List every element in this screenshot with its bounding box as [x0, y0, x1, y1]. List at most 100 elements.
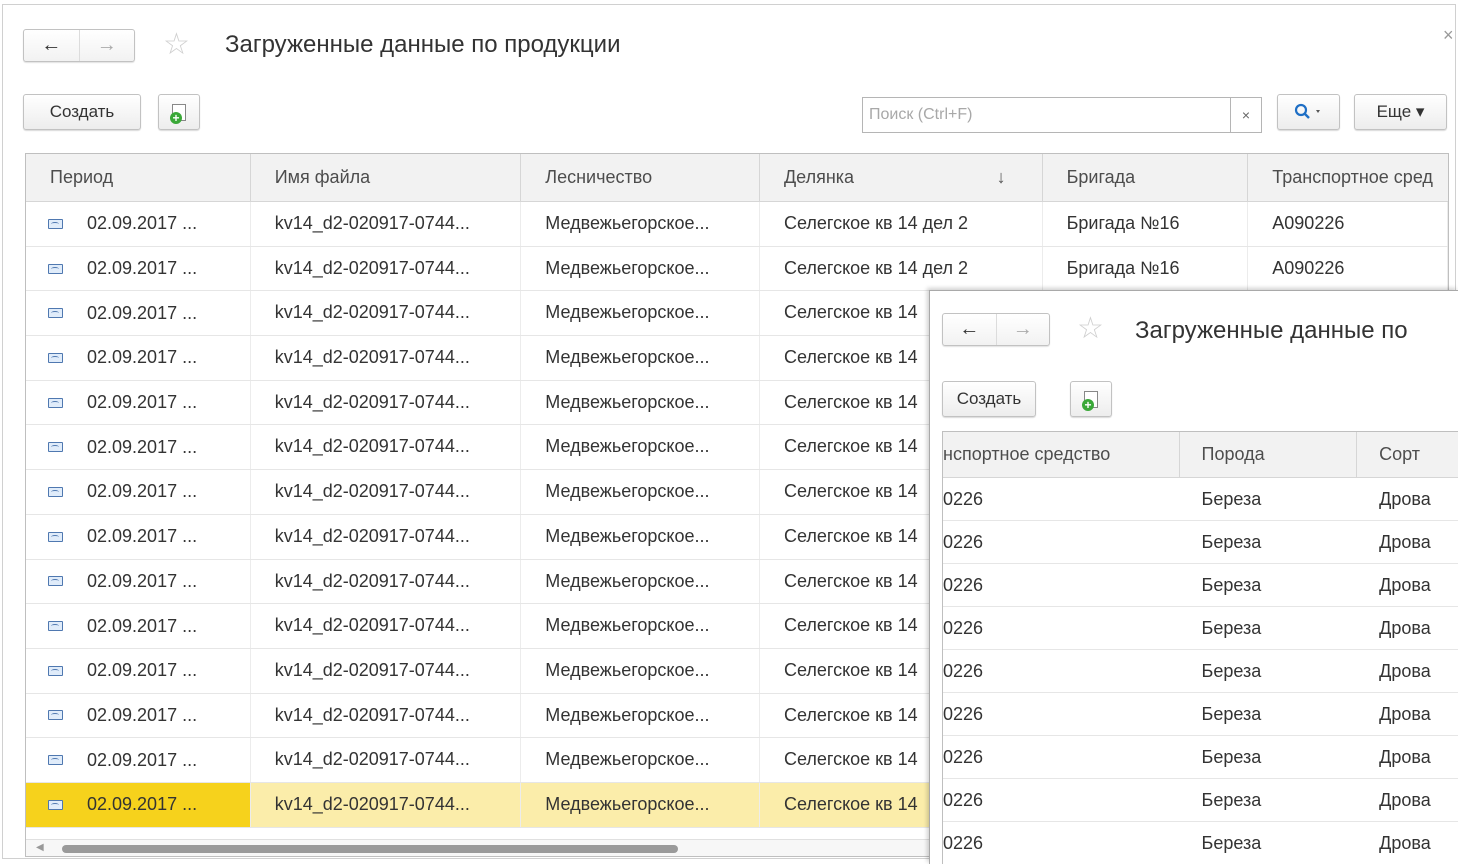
cell-forestry: Медвежьегорское...: [521, 425, 760, 470]
nav-buttons: ← →: [23, 29, 135, 62]
cell-grade: Дрова: [1379, 618, 1431, 638]
column-header-species[interactable]: Порода: [1180, 432, 1358, 477]
cell-period: 02.09.2017 ...: [26, 738, 251, 782]
cell-species: Береза: [1201, 618, 1262, 638]
cell-period-text: 02.09.2017 ...: [87, 704, 198, 725]
cell-species: Береза: [1201, 532, 1262, 552]
cell-vehicle: 0226: [943, 704, 984, 724]
cell-brigade: Бригада №16: [1043, 202, 1249, 246]
table-row[interactable]: 0226 Береза Дрова: [943, 822, 1458, 864]
cell-filename: kv14_d2-020917-0744...: [251, 336, 522, 380]
cell-grade: Дрова: [1379, 489, 1431, 509]
scroll-left-icon[interactable]: ◀: [36, 842, 44, 853]
add-copy-button[interactable]: [158, 94, 200, 130]
column-header-vehicle[interactable]: Транспортное сред: [1248, 154, 1448, 201]
cell-period-text: 02.09.2017 ...: [87, 570, 198, 591]
table-row[interactable]: 0226 Береза Дрова: [943, 693, 1458, 736]
record-icon: [48, 308, 63, 319]
cell-species: Береза: [1201, 747, 1262, 767]
record-icon: [48, 218, 63, 229]
cell-period: 02.09.2017 ...: [26, 604, 251, 648]
cell-period-text: 02.09.2017 ...: [87, 347, 198, 368]
cell-period-text: 02.09.2017 ...: [87, 615, 198, 636]
cell-filename: kv14_d2-020917-0744...: [251, 380, 522, 425]
cell-period: 02.09.2017 ...: [26, 693, 251, 738]
page-title: Загруженные данные по продукции: [225, 31, 621, 58]
back-arrow-icon[interactable]: ←: [24, 30, 79, 61]
clear-search-button[interactable]: ×: [1230, 98, 1261, 132]
cell-vehicle: 0226: [943, 661, 984, 681]
record-icon: [48, 352, 63, 363]
record-icon: [48, 799, 63, 810]
table-row[interactable]: 0226 Береза Дрова: [943, 779, 1458, 822]
more-button[interactable]: Еще ▾: [1354, 94, 1447, 130]
cell-period-text: 02.09.2017 ...: [87, 258, 198, 279]
column-header-brigade[interactable]: Бригада: [1043, 154, 1249, 201]
column-header-grade[interactable]: Сорт: [1357, 432, 1458, 477]
cell-period-text: 02.09.2017 ...: [87, 481, 198, 502]
table-row[interactable]: 02.09.2017 ... kv14_d2-020917-0744... Медв…: [26, 246, 1448, 292]
cell-forestry: Медвежьегорское...: [521, 202, 760, 246]
table-row[interactable]: 02.09.2017 ... kv14_d2-020917-0744... Медв…: [26, 202, 1448, 247]
record-icon: [48, 665, 63, 676]
table-row[interactable]: 0226 Береза Дрова: [943, 521, 1458, 564]
search-button[interactable]: [1277, 94, 1340, 130]
table-row[interactable]: 0226 Береза Дрова: [943, 564, 1458, 607]
cell-forestry: Медвежьегорское...: [521, 514, 760, 559]
create-button[interactable]: Создать: [23, 94, 141, 130]
cell-forestry: Медвежьегорское...: [521, 648, 760, 693]
record-icon: [48, 621, 63, 632]
overlay-add-copy-button[interactable]: [1070, 381, 1112, 417]
cell-period-text: 02.09.2017 ...: [87, 660, 198, 681]
table-row[interactable]: 0226 Береза Дрова: [943, 478, 1458, 521]
cell-period-text: 02.09.2017 ...: [87, 302, 198, 323]
column-header-plot[interactable]: Делянка ↓: [760, 154, 1043, 201]
overlay-table-body: 0226 Береза Дрова 0226 Береза Дрова 0226 Береза…: [943, 478, 1458, 864]
cell-grade: Дрова: [1379, 704, 1431, 724]
cell-vehicle: 0226: [943, 489, 984, 509]
cell-filename: kv14_d2-020917-0744...: [251, 604, 522, 648]
forward-arrow-icon[interactable]: →: [78, 30, 135, 61]
cell-period: 02.09.2017 ...: [26, 648, 251, 693]
table-row[interactable]: 0226 Береза Дрова: [943, 650, 1458, 693]
star-icon[interactable]: ☆: [1077, 311, 1104, 347]
cell-filename: kv14_d2-020917-0744...: [251, 514, 522, 559]
cell-period-text: 02.09.2017 ...: [87, 213, 198, 234]
cell-filename: kv14_d2-020917-0744...: [251, 782, 522, 827]
cell-grade: Дрова: [1379, 661, 1431, 681]
overlay-nav-buttons: ← →: [942, 313, 1050, 346]
column-header-vehicle[interactable]: нспортное средство: [943, 432, 1180, 477]
cell-vehicle: А090226: [1248, 246, 1448, 291]
scrollbar-thumb[interactable]: [62, 845, 678, 853]
record-icon: [48, 710, 63, 721]
overlay-create-button[interactable]: Создать: [942, 381, 1036, 417]
star-icon[interactable]: ☆: [163, 27, 190, 63]
close-icon[interactable]: ×: [1443, 25, 1454, 46]
cell-grade: Дрова: [1379, 532, 1431, 552]
column-header-filename[interactable]: Имя файла: [251, 154, 522, 201]
cell-period: 02.09.2017 ...: [26, 336, 251, 380]
record-icon: [48, 755, 63, 766]
column-header-period[interactable]: Период: [26, 154, 251, 201]
cell-plot: Селегское кв 14 дел 2: [760, 202, 1043, 246]
cell-filename: kv14_d2-020917-0744...: [251, 559, 522, 604]
search-input[interactable]: [863, 98, 1230, 132]
back-arrow-icon[interactable]: ←: [943, 314, 996, 345]
search-field: ×: [862, 97, 1262, 133]
cell-vehicle: 0226: [943, 618, 984, 638]
cell-grade: Дрова: [1379, 790, 1431, 810]
cell-grade: Дрова: [1379, 747, 1431, 767]
cell-forestry: Медвежьегорское...: [521, 559, 760, 604]
cell-grade: Дрова: [1379, 833, 1431, 853]
cell-period-text: 02.09.2017 ...: [87, 749, 198, 770]
cell-forestry: Медвежьегорское...: [521, 604, 760, 648]
table-row[interactable]: 0226 Береза Дрова: [943, 736, 1458, 779]
record-icon: [48, 576, 63, 587]
column-header-forestry[interactable]: Лесничество: [521, 154, 760, 201]
add-document-icon: [1082, 390, 1098, 411]
overlay-window: ← → ☆ Загруженные данные по Создать нспо…: [929, 290, 1458, 864]
table-row[interactable]: 0226 Береза Дрова: [943, 607, 1458, 650]
record-icon: [48, 397, 63, 408]
forward-arrow-icon[interactable]: →: [995, 314, 1050, 345]
cell-brigade: Бригада №16: [1043, 246, 1249, 291]
